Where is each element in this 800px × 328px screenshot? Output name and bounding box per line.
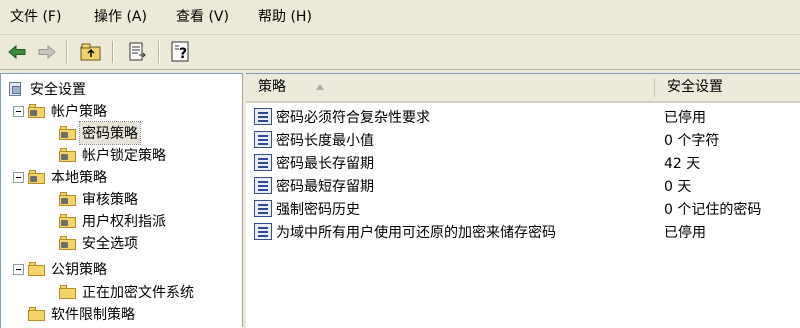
back-button[interactable] <box>4 39 30 65</box>
column-header-label: 策略 <box>258 79 286 95</box>
policy-icon <box>254 200 272 217</box>
sort-ascending-icon <box>316 84 324 90</box>
tree-label: 用户权利指派 <box>82 214 166 230</box>
toolbar: ? <box>0 35 800 70</box>
forward-arrow-icon <box>38 44 56 60</box>
tree-label: 审核策略 <box>82 192 138 208</box>
forward-button[interactable] <box>34 39 60 65</box>
tree-item-efs[interactable]: 正在加密文件系统 <box>59 281 196 303</box>
table-row[interactable]: 密码必须符合复杂性要求 已停用 <box>246 105 800 128</box>
lock-folder-icon <box>28 104 46 118</box>
tree-label: 软件限制策略 <box>51 307 135 323</box>
tree-item-user-rights-assignment[interactable]: 用户权利指派 <box>59 210 168 232</box>
details-list: 策略 安全设置 密码必须符合复杂性要求 已停用 密码长度最小值 0 个字符 密码… <box>246 73 800 328</box>
policy-setting: 42 天 <box>664 156 701 172</box>
policy-setting: 0 个字符 <box>664 133 720 149</box>
collapse-icon[interactable] <box>13 263 24 275</box>
tree-label: 安全设置 <box>30 82 86 98</box>
tree-item-password-policy[interactable]: 密码策略 <box>59 121 141 145</box>
menu-bar: 文件 (F) 操作 (A) 查看 (V) 帮助 (H) <box>0 0 800 35</box>
policy-icon <box>254 154 272 171</box>
table-row[interactable]: 密码最长存留期 42 天 <box>246 151 800 174</box>
policy-icon <box>254 108 272 125</box>
tree-label: 帐户策略 <box>51 104 107 120</box>
collapse-icon[interactable] <box>13 105 24 117</box>
security-settings-icon <box>7 81 25 97</box>
lock-folder-icon <box>59 214 77 228</box>
lock-folder-icon <box>59 148 77 162</box>
export-list-icon <box>129 42 146 61</box>
tree-label: 本地策略 <box>51 170 107 186</box>
policy-icon <box>254 223 272 240</box>
lock-folder-icon <box>59 126 77 140</box>
policy-name: 密码长度最小值 <box>276 133 374 149</box>
policy-icon <box>254 177 272 194</box>
policy-icon <box>254 131 272 148</box>
lock-folder-icon <box>59 236 77 250</box>
column-header-setting[interactable]: 安全设置 <box>655 74 800 101</box>
policy-name: 强制密码历史 <box>276 202 360 218</box>
tree-label: 帐户锁定策略 <box>82 148 166 164</box>
folder-icon <box>28 262 46 276</box>
svg-text:?: ? <box>179 46 187 62</box>
tree-label: 公钥策略 <box>51 262 107 278</box>
folder-icon <box>28 307 46 321</box>
up-folder-icon <box>80 43 101 61</box>
up-level-button[interactable] <box>78 39 104 65</box>
table-row[interactable]: 密码长度最小值 0 个字符 <box>246 128 800 151</box>
menu-view[interactable]: 查看 (V) <box>174 8 231 26</box>
tree-item-account-policies[interactable]: 帐户策略 <box>13 100 109 122</box>
policy-name: 密码最长存留期 <box>276 156 374 172</box>
tree-item-software-restriction[interactable]: 软件限制策略 <box>28 303 137 325</box>
lock-folder-icon <box>59 192 77 206</box>
column-header-label: 安全设置 <box>667 79 723 95</box>
table-row[interactable]: 为域中所有用户使用可还原的加密来储存密码 已停用 <box>246 220 800 243</box>
tree-label: 正在加密文件系统 <box>82 285 194 301</box>
menu-action[interactable]: 操作 (A) <box>92 8 149 26</box>
tree-pane: 安全设置 帐户策略 密码策略 帐户锁定策略 本地策略 审核策略 用户权利指派 安… <box>0 73 243 328</box>
menu-file[interactable]: 文件 (F) <box>8 8 63 26</box>
policy-setting: 已停用 <box>664 110 706 126</box>
tree-item-account-lockout-policy[interactable]: 帐户锁定策略 <box>59 144 168 166</box>
table-row[interactable]: 强制密码历史 0 个记住的密码 <box>246 197 800 220</box>
list-header: 策略 安全设置 <box>246 74 800 103</box>
lock-folder-icon <box>28 170 46 184</box>
column-header-policy[interactable]: 策略 <box>246 74 654 101</box>
tree-item-security-settings[interactable]: 安全设置 <box>7 78 88 100</box>
tree-item-public-key-policies[interactable]: 公钥策略 <box>13 258 109 280</box>
tree-label: 安全选项 <box>82 236 138 252</box>
policy-name: 密码最短存留期 <box>276 179 374 195</box>
policy-name: 密码必须符合复杂性要求 <box>276 110 430 126</box>
help-button[interactable]: ? <box>168 39 194 65</box>
policy-name: 为域中所有用户使用可还原的加密来储存密码 <box>276 225 556 241</box>
policy-setting: 已停用 <box>664 225 706 241</box>
help-icon: ? <box>171 41 189 62</box>
folder-icon <box>59 285 77 299</box>
policy-setting: 0 个记住的密码 <box>664 202 762 218</box>
menu-help[interactable]: 帮助 (H) <box>256 8 314 26</box>
tree-item-security-options[interactable]: 安全选项 <box>59 232 140 254</box>
back-arrow-icon <box>8 44 26 60</box>
collapse-icon[interactable] <box>13 171 24 183</box>
tree-item-audit-policy[interactable]: 审核策略 <box>59 188 140 210</box>
table-row[interactable]: 密码最短存留期 0 天 <box>246 174 800 197</box>
policy-setting: 0 天 <box>664 179 692 195</box>
tree-item-local-policies[interactable]: 本地策略 <box>13 166 109 188</box>
tree-label: 密码策略 <box>79 121 141 145</box>
export-list-button[interactable] <box>124 39 150 65</box>
